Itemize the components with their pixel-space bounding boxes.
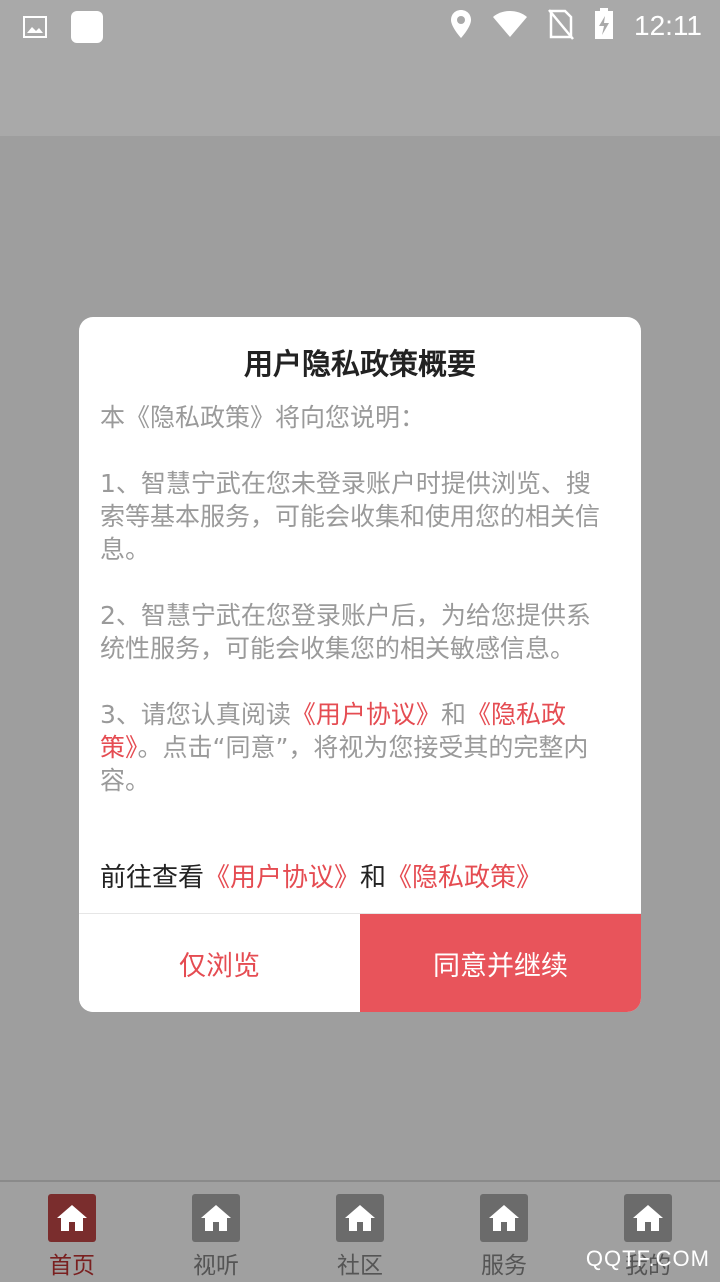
nav-label: 社区 [337, 1253, 383, 1279]
home-icon [192, 1194, 240, 1242]
image-icon [22, 14, 48, 44]
nav-label: 服务 [481, 1253, 527, 1279]
item3-suffix: 。点击“同意”，将视为您接受其的完整内容。 [100, 733, 589, 795]
wifi-icon [492, 10, 528, 42]
watermark: QQTF.COM [585, 1246, 710, 1271]
footer-and: 和 [360, 863, 387, 893]
agree-continue-button[interactable]: 同意并继续 [360, 914, 641, 1012]
privacy-dialog: 用户隐私政策概要 本《隐私政策》将向您说明： 1、智慧宁武在您未登录账户时提供浏… [79, 317, 641, 1012]
nav-item-home[interactable]: 首页 [0, 1182, 144, 1282]
footer-prefix: 前往查看 [100, 863, 205, 893]
policy-item-1: 1、智慧宁武在您未登录账户时提供浏览、搜索等基本服务，可能会收集和使用您的相关信… [100, 469, 601, 564]
home-icon [480, 1194, 528, 1242]
app-square-icon [70, 10, 104, 48]
battery-charging-icon [594, 8, 614, 44]
intro-text: 本《隐私政策》将向您说明： [100, 403, 426, 432]
view-links-line: 前往查看《用户协议》和《隐私政策》 [100, 857, 620, 894]
nav-item-community[interactable]: 社区 [288, 1182, 432, 1282]
dialog-body: 本《隐私政策》将向您说明： 1、智慧宁武在您未登录账户时提供浏览、搜索等基本服务… [100, 401, 610, 830]
nav-item-media[interactable]: 视听 [144, 1182, 288, 1282]
browse-only-button[interactable]: 仅浏览 [79, 914, 360, 1012]
home-icon [48, 1194, 96, 1242]
footer-privacy-policy-link[interactable]: 《隐私政策》 [386, 863, 542, 893]
nav-label: 视听 [193, 1253, 239, 1279]
nav-item-services[interactable]: 服务 [432, 1182, 576, 1282]
policy-item-2: 2、智慧宁武在您登录账户后，为给您提供系统性服务，可能会收集您的相关敏感信息。 [100, 601, 591, 663]
item3-and: 和 [440, 700, 466, 729]
user-agreement-link[interactable]: 《用户协议》 [291, 700, 441, 729]
nav-label: 首页 [49, 1253, 95, 1279]
item3-prefix: 3、请您认真阅读 [100, 700, 291, 729]
home-icon [336, 1194, 384, 1242]
status-bar: 12:11 [0, 0, 720, 52]
policy-item-3: 3、请您认真阅读《用户协议》和《隐私政策》。点击“同意”，将视为您接受其的完整内… [100, 698, 610, 797]
app-header [0, 52, 720, 136]
clock-time: 12:11 [634, 10, 702, 41]
location-icon [450, 9, 472, 43]
home-icon [624, 1194, 672, 1242]
dialog-title: 用户隐私政策概要 [243, 347, 476, 381]
no-sim-icon [548, 8, 574, 44]
footer-user-agreement-link[interactable]: 《用户协议》 [204, 863, 360, 893]
